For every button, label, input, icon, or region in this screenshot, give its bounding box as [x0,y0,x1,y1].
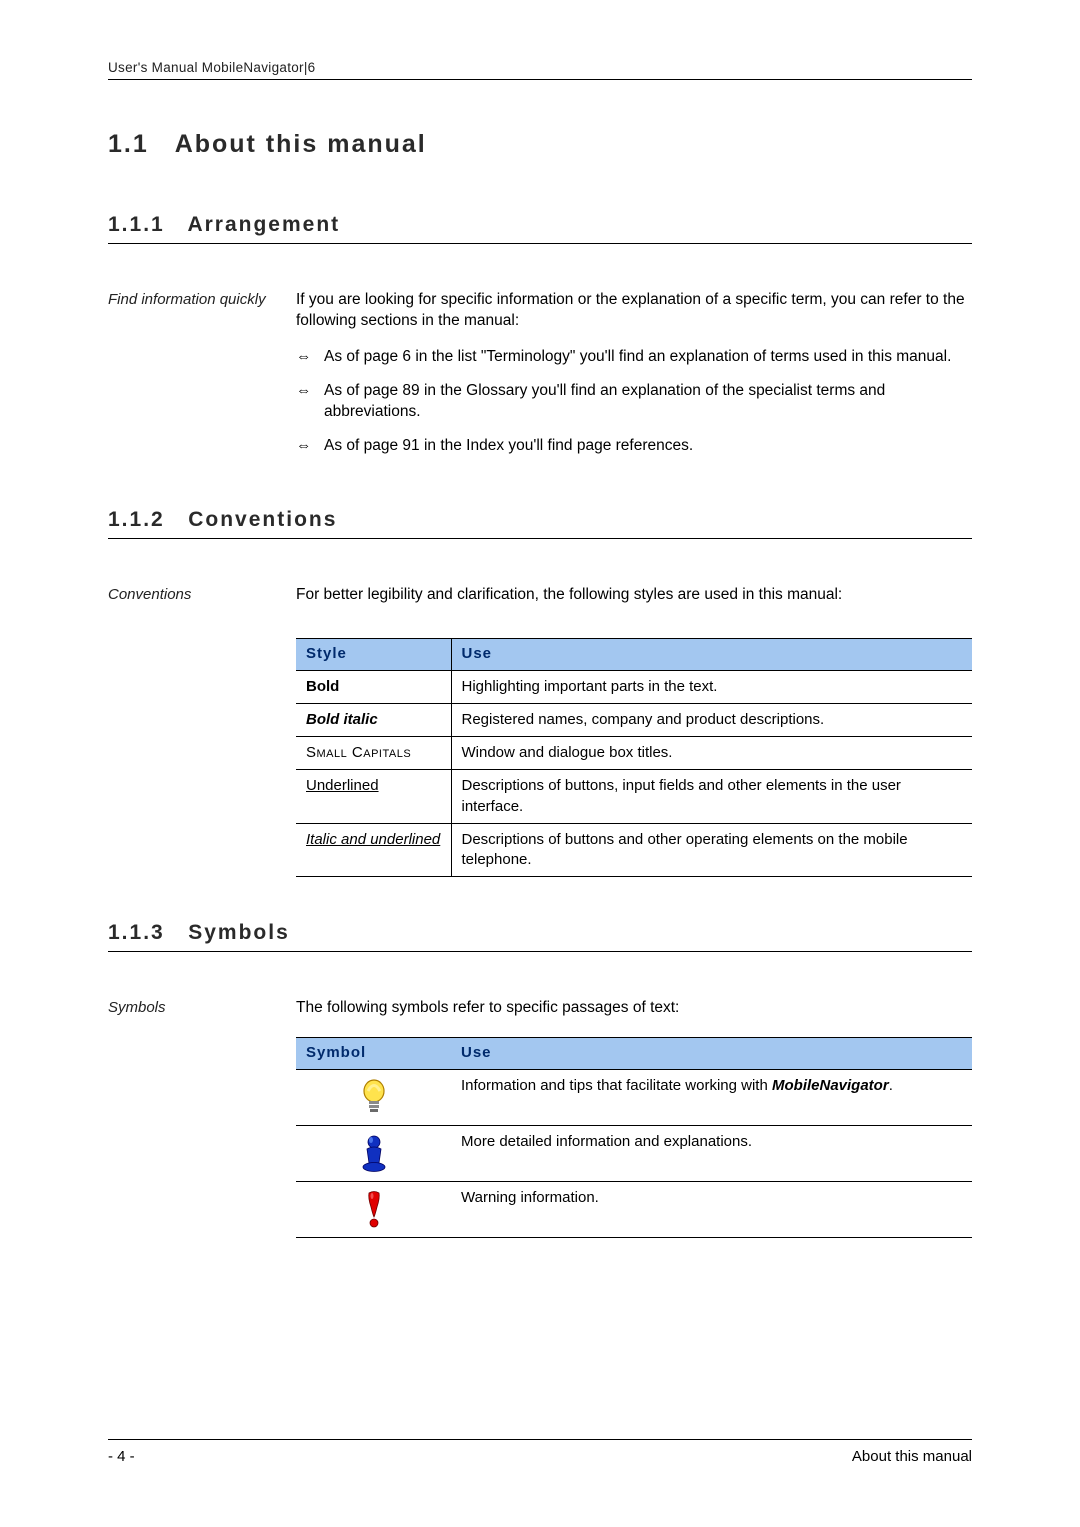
table-row: Warning information. [296,1181,972,1237]
table-header-style: Style [296,639,451,670]
margin-label-find-info: Find information quickly [108,290,296,470]
subsection-rule [108,538,972,539]
arrow-icon: ⇔ [296,436,324,457]
use-cell: Registered names, company and product de… [451,703,972,736]
lightbulb-icon [360,1078,388,1116]
running-header: User's Manual MobileNavigator|6 [108,60,972,75]
margin-label-symbols: Symbols [108,998,296,1019]
pawn-icon [360,1133,388,1173]
use-text-em: MobileNavigator [772,1077,889,1094]
style-bold-italic: Bold italic [306,711,378,728]
list-item: ⇔ As of page 89 in the Glossary you'll f… [296,381,972,423]
use-text-prefix: More detailed information and explanatio… [461,1133,752,1150]
symbols-table: Symbol Use Information and [296,1037,972,1237]
subsection-title: Symbols [188,921,290,944]
arrangement-intro: If you are looking for specific informat… [296,290,972,332]
arrow-icon: ⇔ [296,381,324,423]
subsection-rule [108,243,972,244]
use-cell: Highlighting important parts in the text… [451,670,972,703]
subsection-heading-conventions: 1.1.2 Conventions [108,508,972,536]
arrangement-list: ⇔ As of page 6 in the list "Terminology"… [296,347,972,457]
table-row: Bold Highlighting important parts in the… [296,670,972,703]
margin-spacer [108,1037,296,1237]
symbols-intro: The following symbols refer to specific … [296,998,972,1019]
use-cell: Information and tips that facilitate wor… [451,1069,972,1125]
use-cell: More detailed information and explanatio… [451,1125,972,1181]
subsection-heading-symbols: 1.1.3 Symbols [108,921,972,949]
subsection-number: 1.1.2 [108,508,165,531]
table-row: Italic and underlined Descriptions of bu… [296,823,972,877]
list-item-text: As of page 89 in the Glossary you'll fin… [324,381,972,423]
table-header-symbol: Symbol [296,1038,451,1069]
list-item-text: As of page 91 in the Index you'll find p… [324,436,972,457]
list-item: ⇔ As of page 6 in the list "Terminology"… [296,347,972,368]
table-row: Small Capitals Window and dialogue box t… [296,737,972,770]
header-rule [108,79,972,80]
subsection-heading-arrangement: 1.1.1 Arrangement [108,213,972,241]
use-text-suffix: . [889,1077,893,1094]
table-row: Information and tips that facilitate wor… [296,1069,972,1125]
subsection-number: 1.1.3 [108,921,165,944]
use-cell: Descriptions of buttons and other operat… [451,823,972,877]
use-text-prefix: Warning information. [461,1189,599,1206]
style-italic-underlined: Italic and underlined [306,831,440,848]
subsection-title: Conventions [188,508,337,531]
style-small-caps: Small Capitals [306,744,411,761]
exclamation-icon [365,1189,383,1229]
table-header-use: Use [451,639,972,670]
margin-label-conventions: Conventions [108,585,296,621]
section-title: About this manual [175,130,427,158]
list-item: ⇔ As of page 91 in the Index you'll find… [296,436,972,457]
style-bold: Bold [306,678,339,695]
page-number: - 4 - [108,1448,135,1465]
section-number: 1.1 [108,130,149,158]
style-underlined: Underlined [306,777,379,794]
conventions-intro: For better legibility and clarification,… [296,585,972,606]
footer-section-title: About this manual [852,1448,972,1465]
list-item-text: As of page 6 in the list "Terminology" y… [324,347,972,368]
subsection-number: 1.1.1 [108,213,165,236]
use-cell: Window and dialogue box titles. [451,737,972,770]
table-row: Underlined Descriptions of buttons, inpu… [296,770,972,824]
subsection-title: Arrangement [187,213,340,236]
use-text-prefix: Information and tips that facilitate wor… [461,1077,772,1094]
subsection-rule [108,951,972,952]
arrow-icon: ⇔ [296,347,324,368]
section-heading: 1.1 About this manual [108,130,972,159]
conventions-table: Style Use Bold Highlighting important pa… [296,638,972,877]
footer-rule [108,1439,972,1440]
use-cell: Descriptions of buttons, input fields an… [451,770,972,824]
margin-spacer [108,638,296,877]
use-cell: Warning information. [451,1181,972,1237]
table-row: More detailed information and explanatio… [296,1125,972,1181]
table-row: Bold italic Registered names, company an… [296,703,972,736]
table-header-use: Use [451,1038,972,1069]
